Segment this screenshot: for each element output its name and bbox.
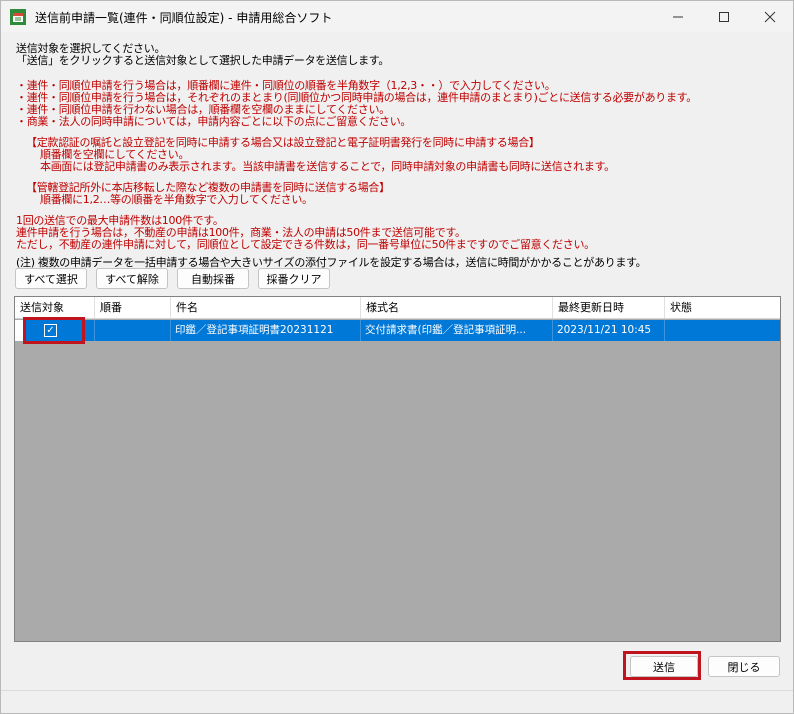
clear-number-button[interactable]: 採番クリア — [258, 268, 330, 289]
select-all-button[interactable]: すべて選択 — [15, 268, 87, 289]
application-grid[interactable]: 送信対象 順番 件名 様式名 最終更新日時 状態 ✓ 印鑑／登記事項証明書202… — [14, 296, 781, 642]
table-row[interactable]: ✓ 印鑑／登記事項証明書20231121 交付請求書(印鑑／登記事項証明... … — [15, 320, 780, 341]
title-bar[interactable]: 送信前申請一覧(連件・同順位設定) - 申請用総合ソフト — [1, 1, 793, 32]
window-title: 送信前申請一覧(連件・同順位設定) - 申請用総合ソフト — [35, 11, 333, 25]
limit-line: ただし，不動産の連件申請に対して，同順位として設定できる件数は，同一番号単位に5… — [16, 238, 595, 251]
status-cell[interactable] — [665, 320, 780, 341]
application-window: 送信前申請一覧(連件・同順位設定) - 申請用総合ソフト 送信対象を選択してくだ… — [0, 0, 794, 714]
form-cell[interactable]: 交付請求書(印鑑／登記事項証明... — [361, 320, 553, 341]
warning-line: ・商業・法人の同時申請については，申請内容ごとに以下の点にご留意ください。 — [16, 115, 412, 128]
subject-cell[interactable]: 印鑑／登記事項証明書20231121 — [171, 320, 361, 341]
status-bar — [1, 690, 793, 713]
grid-header: 送信対象 順番 件名 様式名 最終更新日時 状態 — [15, 297, 780, 319]
highlight-send-box — [623, 651, 701, 680]
row-selector[interactable] — [15, 320, 23, 341]
maximize-button[interactable] — [701, 1, 747, 32]
close-icon — [764, 11, 776, 22]
column-header-subject[interactable]: 件名 — [171, 297, 361, 318]
close-window-button[interactable] — [747, 1, 793, 32]
app-icon — [10, 9, 26, 25]
column-header-form[interactable]: 様式名 — [361, 297, 553, 318]
minimize-button[interactable] — [655, 1, 701, 32]
minimize-icon — [673, 16, 683, 17]
instruction-line: 「送信」をクリックすると送信対象として選択した申請データを送信します。 — [16, 54, 390, 67]
column-header-updated[interactable]: 最終更新日時 — [553, 297, 665, 318]
column-header-status[interactable]: 状態 — [665, 297, 780, 318]
close-button[interactable]: 閉じる — [708, 656, 780, 677]
deselect-all-button[interactable]: すべて解除 — [96, 268, 168, 289]
dialog-content: 送信対象を選択してください。 「送信」をクリックすると送信対象として選択した申請… — [1, 32, 793, 713]
column-header-order[interactable]: 順番 — [95, 297, 171, 318]
auto-number-button[interactable]: 自動採番 — [177, 268, 249, 289]
column-header-target[interactable]: 送信対象 — [15, 297, 95, 318]
order-cell[interactable] — [95, 320, 171, 341]
maximize-icon — [719, 11, 729, 22]
updated-cell[interactable]: 2023/11/21 10:45 — [553, 320, 665, 341]
highlight-checkbox-box — [23, 317, 85, 344]
section2-line: 順番欄に1,2…等の順番を半角数字で入力してください。 — [40, 193, 313, 206]
section1-line: 本画面には登記申請書のみ表示されます。当該申請書を送信することで，同時申請対象の… — [40, 160, 615, 173]
